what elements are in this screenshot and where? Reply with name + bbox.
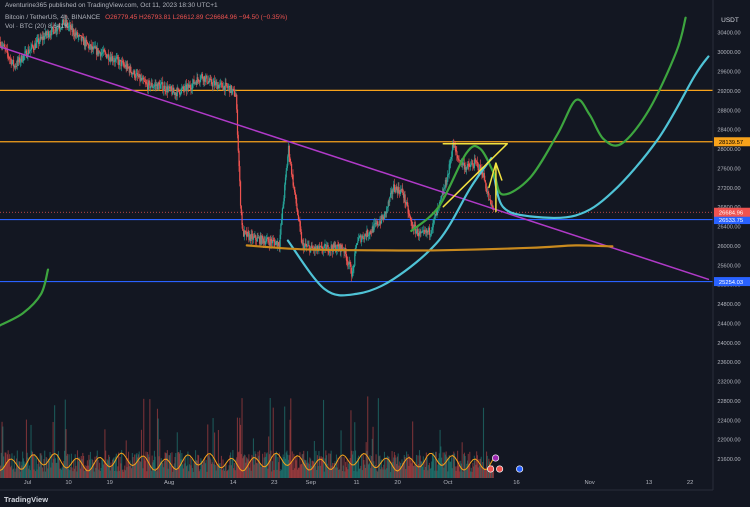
candle-body <box>280 224 282 235</box>
event-marker-icon <box>492 454 500 462</box>
volume-bar <box>272 407 274 478</box>
candle-body <box>456 151 458 156</box>
price-tick-label: 28800.00 <box>717 108 740 114</box>
time-axis: Jul 10 19 Aug 14 23 Sep 11 20 Oct 16 Nov 13 22 <box>0 480 713 491</box>
candle-body <box>130 66 132 73</box>
candle-body <box>236 109 239 135</box>
drawing-curve-green-3 <box>0 268 50 327</box>
candle-body <box>290 163 293 175</box>
candles <box>0 14 495 282</box>
time-tick-label: 10 <box>65 480 71 486</box>
ohlc-text: O26779.45 H26793.81 L26612.89 C26684.96 … <box>105 14 288 21</box>
time-tick-label: Jul <box>24 480 31 486</box>
price-tick-label: 30400.00 <box>717 31 740 37</box>
current-price-tag-label: 26684.96 <box>719 211 743 217</box>
price-tick-label: 24400.00 <box>717 321 740 327</box>
candle-body <box>178 88 180 92</box>
event-marker-icon <box>496 465 504 473</box>
price-tick-label: 22800.00 <box>717 399 740 405</box>
price-level-tag-label: 28139.57 <box>719 140 743 146</box>
time-tick-label: 14 <box>230 480 237 486</box>
candle-body <box>428 227 431 236</box>
time-tick-label: 23 <box>271 480 277 486</box>
event-marker-icon <box>516 465 524 473</box>
candle-body <box>446 181 448 185</box>
volume-line: Vol · BTC (20) 8.641K <box>5 23 72 30</box>
candle-body <box>293 185 295 187</box>
time-tick-label: Oct <box>443 480 452 486</box>
price-tick-label: 23600.00 <box>717 360 740 366</box>
candle-body <box>212 82 214 87</box>
candle-body <box>239 181 242 206</box>
candle-body <box>163 89 165 91</box>
drawing-trendline-purple-0 <box>0 46 710 281</box>
price-tick-label: 24000.00 <box>717 341 740 347</box>
candle-body <box>265 238 268 242</box>
price-tick-label: 24800.00 <box>717 302 740 308</box>
price-axis-bg <box>713 0 750 507</box>
candle-body <box>357 240 359 244</box>
candle-body <box>294 192 296 195</box>
price-axis: USDT 30400.00 30000.00 29600.00 29200.00 2880… <box>712 0 750 507</box>
volume-bars <box>0 396 494 478</box>
candle-body <box>362 235 364 239</box>
candle-body <box>285 170 287 178</box>
chart-svg: USDT 30400.00 30000.00 29600.00 29200.00 2880… <box>0 0 750 507</box>
candle-body <box>281 208 284 220</box>
candle-body <box>404 194 406 203</box>
tradingview-brand: TradingView <box>4 495 49 504</box>
drawing-curve-bronze-5 <box>245 244 614 252</box>
drawing-curve-green-4 <box>410 16 687 232</box>
volume-bar <box>482 407 485 478</box>
candle-body <box>29 49 31 52</box>
price-tick-label: 25600.00 <box>717 263 740 269</box>
time-tick-label: Aug <box>164 480 174 486</box>
symbol-text: Bitcoin / TetherUS, 4h, BINANCE <box>5 14 101 21</box>
publisher-text: Aventurine365 published on TradingView.c… <box>5 2 218 9</box>
candle-body <box>355 244 357 248</box>
tradingview-logo: TradingView <box>4 495 48 504</box>
time-tick-label: 11 <box>353 480 359 486</box>
price-axis-unit: USDT <box>721 17 739 24</box>
price-level-tag-label: 26533.75 <box>719 218 743 224</box>
price-tick-label: 27200.00 <box>717 186 740 192</box>
price-tick-label: 29600.00 <box>717 69 740 75</box>
price-tick-label: 26400.00 <box>717 225 740 231</box>
time-tick-label: 22 <box>687 480 693 486</box>
price-tick-label: 28000.00 <box>717 147 740 153</box>
price-tick-label: 21600.00 <box>717 457 740 463</box>
candle-body <box>239 166 241 182</box>
publisher-line: Aventurine365 published on TradingView.c… <box>5 2 221 9</box>
time-tick-label: 19 <box>106 480 112 486</box>
price-level-tag-label: 25254.03 <box>719 280 743 286</box>
price-tick-label: 22400.00 <box>717 418 740 424</box>
price-tick-label: 28400.00 <box>717 128 740 134</box>
candle-body <box>221 83 223 88</box>
price-tick-label: 27600.00 <box>717 166 740 172</box>
volume-text: Vol · BTC (20) 8.641K <box>5 23 69 30</box>
symbol-line: Bitcoin / TetherUS, 4h, BINANCE O26779.4… <box>5 14 290 21</box>
candle-body <box>451 149 453 157</box>
price-tick-label: 26000.00 <box>717 244 740 250</box>
drawing-curve-cyan-1 <box>286 157 493 297</box>
time-tick-label: Nov <box>584 480 594 486</box>
time-tick-label: Sep <box>306 480 316 486</box>
event-marker-icon <box>487 465 495 473</box>
candle-body <box>488 193 490 200</box>
volume-bar <box>322 399 325 478</box>
price-tick-label: 22000.00 <box>717 438 740 444</box>
time-tick-label: 13 <box>646 480 652 486</box>
price-tick-label: 29200.00 <box>717 89 740 95</box>
time-tick-label: 16 <box>513 480 519 486</box>
time-tick-label: 20 <box>394 480 400 486</box>
candle-body <box>206 75 208 83</box>
price-tick-label: 30000.00 <box>717 50 740 56</box>
price-tick-label: 23200.00 <box>717 380 740 386</box>
